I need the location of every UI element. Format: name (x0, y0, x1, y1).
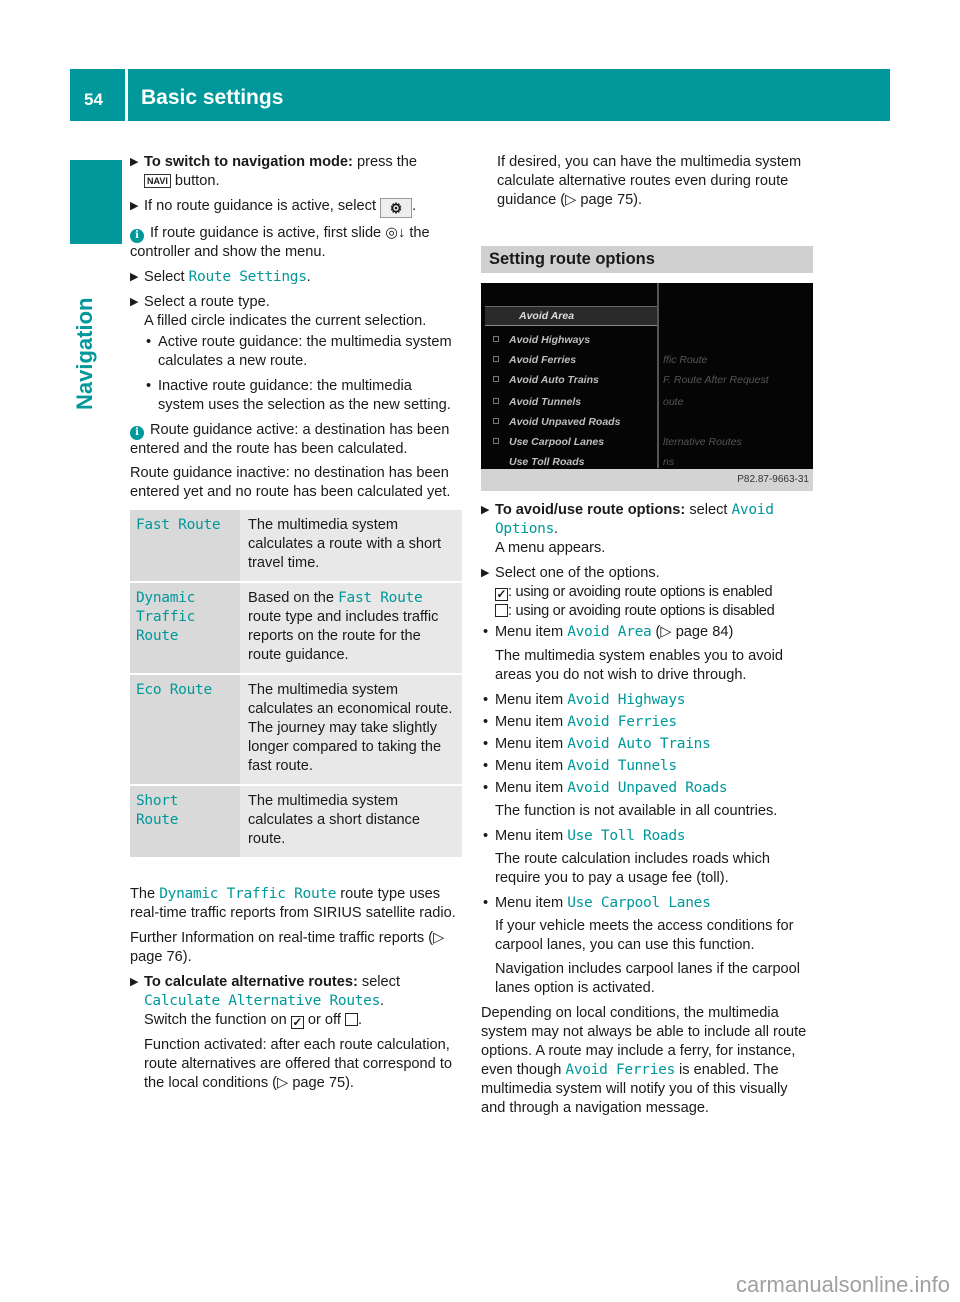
menu-item-use-toll-roads: • Menu item Use Toll Roads The route calc… (483, 828, 771, 886)
arrow-icon: ▶ (130, 296, 139, 308)
screenshot-avoid-options: Avoid Area Avoid Highways Avoid Ferries … (481, 283, 813, 491)
paragraph: Depending on local conditions, the multi… (481, 1005, 807, 1116)
screen-menu-item: Avoid Highways (493, 331, 590, 350)
step-select-route-type: ▶ Select a route type. A filled circle i… (130, 294, 427, 329)
section-heading: Setting route options (481, 246, 813, 273)
route-name: Eco Route (136, 682, 212, 698)
menu-item-avoid-unpaved-roads: • Menu item Avoid Unpaved Roads The funct… (483, 780, 778, 819)
paragraph: Further Information on real-time traffic… (130, 930, 445, 965)
menu-item-avoid-auto-trains: • Menu item Avoid Auto Trains (483, 736, 711, 752)
checkbox-checked-icon: ✓ (495, 587, 508, 601)
screen-menu-item: Avoid Unpaved Roads (493, 413, 620, 432)
route-desc: The multimedia system calculates an econ… (248, 682, 453, 774)
checkbox-unchecked-icon (495, 604, 508, 617)
step-select-route-settings: ▶ Select Route Settings. (130, 269, 311, 285)
checkbox-unchecked-icon (344, 1013, 358, 1026)
paragraph: If desired, you can have the multimedia … (497, 154, 802, 208)
screen-menu-item: Avoid Ferries (493, 351, 576, 370)
calculate-alternative-routes-link[interactable]: Calculate Alternative Routes (144, 993, 380, 1009)
screen-bg-item: F. Route After Request (663, 374, 769, 386)
side-tab (70, 160, 122, 244)
page-number: 54 (84, 90, 103, 109)
paragraph: The Dynamic Traffic Route route type use… (130, 886, 456, 921)
left-column: ▶ To switch to navigation mode: press th… (130, 153, 462, 1099)
info-icon: i (130, 426, 144, 440)
arrow-icon: ▶ (481, 567, 490, 579)
route-name: Fast Route (136, 517, 221, 533)
table-row: Dynamic Traffic Route Based on the Fast … (130, 582, 462, 675)
route-name: Short Route (136, 793, 179, 828)
step-calculate-alternatives: ▶ To calculate alternative routes: selec… (130, 974, 401, 1029)
paragraph: Function activated: after each route cal… (144, 1037, 453, 1091)
route-settings-link[interactable]: Route Settings (189, 269, 307, 285)
menu-item-avoid-highways: • Menu item Avoid Highways (483, 692, 686, 708)
arrow-icon: ▶ (130, 976, 139, 988)
route-types-table: Fast Route The multimedia system calcula… (130, 510, 462, 859)
list-item: • Inactive route guidance: the multimedia… (146, 378, 451, 413)
settings-gear-icon: ⚙ (380, 198, 413, 218)
step-select-option: ▶ Select one of the options. ✓: using or… (481, 565, 775, 619)
arrow-icon: ▶ (130, 200, 139, 212)
info-note: i Route guidance active: a destination ha… (130, 422, 451, 500)
step-no-route-guidance: ▶ If no route guidance is active, select… (130, 198, 417, 218)
navi-key-icon: NAVI (144, 174, 171, 188)
route-desc: route type and includes traffic reports … (248, 609, 439, 663)
screen-bg-item: ffic Route (663, 354, 708, 366)
step-heading: To switch to navigation mode: (144, 154, 353, 170)
step-switch-navigation: ▶ To switch to navigation mode: press th… (130, 154, 418, 189)
menu-item-avoid-area: • Menu item Avoid Area (▷ page 84) The mu… (483, 624, 783, 683)
menu-item-use-carpool-lanes: • Menu item Use Carpool Lanes If your veh… (483, 895, 801, 996)
screen-menu-item: Avoid Tunnels (493, 393, 581, 412)
side-tab-label: Navigation (72, 297, 97, 410)
figure-caption: P82.87-9663-31 (481, 469, 813, 491)
route-desc: The multimedia system calculates a short… (248, 793, 420, 847)
step-avoid-options: ▶ To avoid/use route options: select Avo… (481, 502, 774, 556)
table-row: Fast Route The multimedia system calcula… (130, 510, 462, 583)
info-icon: i (130, 229, 144, 243)
table-row: Eco Route The multimedia system calculat… (130, 674, 462, 786)
checkbox-checked-icon: ✓ (290, 1015, 304, 1029)
screen-bg-item: lternative Routes (663, 436, 742, 448)
screen-bg-item: oute (663, 396, 684, 408)
screen-menu-item: Avoid Auto Trains (493, 371, 599, 390)
arrow-icon: ▶ (130, 271, 139, 283)
arrow-icon: ▶ (130, 156, 139, 168)
menu-item-avoid-tunnels: • Menu item Avoid Tunnels (483, 758, 677, 774)
table-row: Short Route The multimedia system calcul… (130, 785, 462, 859)
right-column: If desired, you can have the multimedia … (481, 153, 813, 1124)
header-divider (125, 69, 128, 121)
list-item: • Active route guidance: the multimedia s… (146, 334, 452, 369)
watermark: carmanualsonline.info (735, 1272, 950, 1297)
screen-menu-item: Use Carpool Lanes (493, 433, 604, 452)
route-desc: The multimedia system calculates a route… (248, 517, 442, 571)
page-title: Basic settings (141, 86, 284, 109)
screen-menu-header: Avoid Area (485, 306, 657, 326)
info-note: i If route guidance is active, first slid… (130, 225, 430, 260)
arrow-icon: ▶ (481, 504, 490, 516)
route-name: Dynamic Traffic Route (136, 590, 196, 644)
menu-item-avoid-ferries: • Menu item Avoid Ferries (483, 714, 677, 730)
